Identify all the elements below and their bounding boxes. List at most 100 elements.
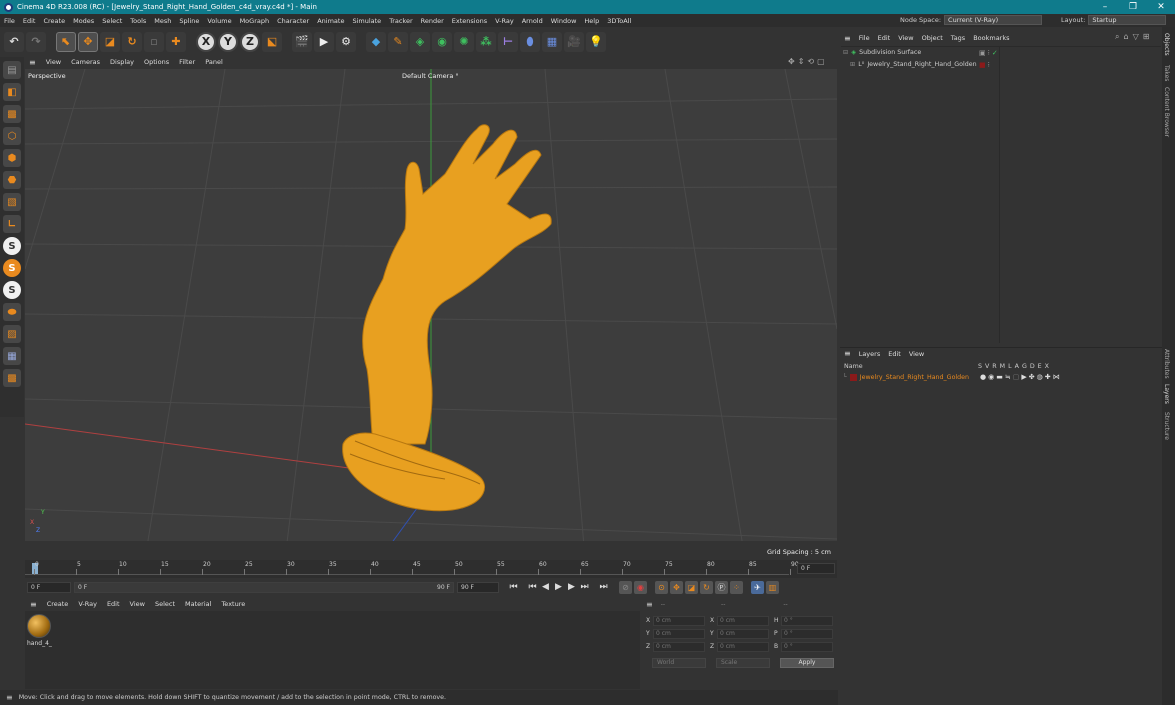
layer-box-icon[interactable]: ▣ — [979, 49, 986, 57]
close-button[interactable]: ✕ — [1147, 0, 1175, 14]
layer-menu-view[interactable]: View — [905, 350, 928, 358]
menu-3dtoall[interactable]: 3DToAll — [603, 17, 635, 25]
menu-spline[interactable]: Spline — [175, 17, 203, 25]
minimize-button[interactable]: – — [1091, 0, 1119, 14]
tab-layers[interactable]: Layers — [1163, 384, 1170, 404]
animation-icon[interactable]: ▶ — [1021, 373, 1026, 381]
lock-icon[interactable]: ⬬ — [3, 303, 21, 321]
axis-mode-icon[interactable]: ∟ — [3, 215, 21, 233]
menu-volume[interactable]: Volume — [203, 17, 235, 25]
tab-takes[interactable]: Takes — [1163, 65, 1170, 81]
coords-value-field[interactable]: 0 ° — [781, 629, 833, 639]
go-to-start-icon[interactable]: ⏮ — [507, 581, 520, 594]
coordinate-mode-select[interactable]: World — [652, 658, 706, 668]
menu-arnold[interactable]: Arnold — [518, 17, 547, 25]
viewport-menu-options[interactable]: Options — [139, 58, 174, 66]
subdivision-icon[interactable]: ◈ — [410, 31, 430, 52]
menu-create[interactable]: Create — [39, 17, 69, 25]
new-window-icon[interactable]: ⊞ — [1143, 32, 1150, 42]
render-region-icon[interactable]: 🎬 — [292, 31, 312, 52]
status-menu-icon[interactable]: ≡ — [6, 693, 13, 702]
generators-icon[interactable]: ✤ — [1029, 373, 1035, 381]
render-icon[interactable]: ▬ — [996, 373, 1003, 381]
maximize-view-icon[interactable]: ▢ — [817, 57, 825, 66]
viewport-menu-cameras[interactable]: Cameras — [66, 58, 105, 66]
mograph-cloner-icon[interactable]: ✺ — [454, 31, 474, 52]
axis-z-button[interactable]: Z — [240, 31, 260, 52]
menu-file[interactable]: File — [0, 17, 19, 25]
go-to-next-key-icon[interactable]: ⏭ — [578, 581, 591, 594]
go-to-end-icon[interactable]: ⏭ — [597, 581, 610, 594]
rotate-icon[interactable]: ↻ — [122, 31, 142, 52]
uv-mode-icon[interactable]: ▧ — [3, 193, 21, 211]
material-item[interactable]: hand_4_ — [27, 614, 53, 652]
workplane-snap-icon[interactable]: S — [3, 281, 21, 299]
live-selection-icon[interactable]: ⬉ — [56, 31, 76, 52]
filter-icon[interactable]: ▽ — [1133, 32, 1139, 42]
deformers-icon[interactable]: ◍ — [1037, 373, 1043, 381]
timeline-end-field[interactable]: 0 F — [797, 563, 835, 574]
viewport-menu-display[interactable]: Display — [105, 58, 139, 66]
coords-value-field[interactable]: 0 cm — [717, 629, 769, 639]
locked-workplane-icon[interactable]: ▩ — [3, 369, 21, 387]
tab-content-browser[interactable]: Content Browser — [1163, 87, 1170, 137]
menu-simulate[interactable]: Simulate — [348, 17, 385, 25]
polygon-mode-icon[interactable]: ⬣ — [3, 171, 21, 189]
object-menu-tags[interactable]: Tags — [947, 34, 969, 42]
menu-help[interactable]: Help — [580, 17, 603, 25]
key-pla-icon[interactable]: ⁘ — [730, 580, 743, 594]
key-scale-icon[interactable]: ◪ — [685, 580, 698, 594]
material-menu-edit[interactable]: Edit — [102, 600, 125, 608]
menu-extensions[interactable]: Extensions — [448, 17, 491, 25]
axis-y-button[interactable]: Y — [218, 31, 238, 52]
xref-icon[interactable]: ⋈ — [1053, 373, 1060, 381]
home-icon[interactable]: ⌂ — [1123, 32, 1128, 42]
solo-icon[interactable]: ● — [980, 373, 986, 381]
cube-icon[interactable]: ◆ — [366, 31, 386, 52]
tree-expand-icon[interactable]: ⊟ — [843, 49, 848, 56]
hamburger-icon[interactable]: ≡ — [840, 349, 855, 358]
visibility-dots-icon[interactable]: ⁝ — [988, 49, 990, 57]
coordinate-system-icon[interactable]: ⬕ — [262, 31, 282, 52]
hamburger-icon[interactable]: ≡ — [840, 34, 855, 43]
dolly-icon[interactable]: ⇕ — [798, 57, 805, 66]
coords-value-field[interactable]: 0 cm — [717, 616, 769, 626]
make-editable-icon[interactable]: ▤ — [3, 61, 21, 79]
snap-icon[interactable]: S — [3, 237, 21, 255]
menu-mograph[interactable]: MoGraph — [236, 17, 274, 25]
array-icon[interactable]: ⁂ — [476, 31, 496, 52]
coords-value-field[interactable]: 0 cm — [653, 629, 705, 639]
pen-icon[interactable]: ✎ — [388, 31, 408, 52]
coords-value-field[interactable]: 0 ° — [781, 616, 833, 626]
auto-key-icon[interactable]: ⊙ — [655, 580, 668, 594]
enabled-check-icon[interactable]: ✓ — [992, 49, 998, 57]
edge-mode-icon[interactable]: ⬢ — [3, 149, 21, 167]
object-menu-view[interactable]: View — [894, 34, 917, 42]
maximize-button[interactable]: ❐ — [1119, 0, 1147, 14]
layout-select[interactable]: Startup — [1088, 15, 1167, 25]
undo-icon[interactable]: ↶ — [4, 31, 24, 52]
hamburger-icon[interactable]: ≡ — [25, 600, 42, 609]
menu-mesh[interactable]: Mesh — [150, 17, 175, 25]
menu-character[interactable]: Character — [273, 17, 313, 25]
coords-value-field[interactable]: 0 cm — [717, 642, 769, 652]
orbit-icon[interactable]: ⟲ — [807, 57, 814, 66]
menu-select[interactable]: Select — [98, 17, 126, 25]
scale-icon[interactable]: ◪ — [100, 31, 120, 52]
menu-tracker[interactable]: Tracker — [385, 17, 416, 25]
viewport-menu-panel[interactable]: Panel — [200, 58, 228, 66]
extrude-icon[interactable]: ◉ — [432, 31, 452, 52]
previous-frame-icon[interactable]: ◀ — [539, 581, 552, 594]
tab-objects[interactable]: Objects — [1163, 33, 1170, 56]
size-mode-select[interactable]: Scale — [716, 658, 770, 668]
floor-icon[interactable]: ▦ — [542, 31, 562, 52]
record-disabled-icon[interactable]: ⊘ — [619, 580, 632, 594]
tree-expand-icon[interactable]: ⊞ — [850, 61, 855, 68]
render-view-icon[interactable]: ▶ — [314, 31, 334, 52]
record-icon[interactable]: ◉ — [634, 580, 647, 594]
field-icon[interactable]: ⬮ — [520, 31, 540, 52]
object-menu-object[interactable]: Object — [918, 34, 947, 42]
expressions-icon[interactable]: ✚ — [1045, 373, 1051, 381]
layer-row[interactable]: └ Jewelry_Stand_Right_Hand_Golden — [843, 374, 969, 381]
timeline-icon[interactable]: ▥ — [766, 580, 779, 594]
